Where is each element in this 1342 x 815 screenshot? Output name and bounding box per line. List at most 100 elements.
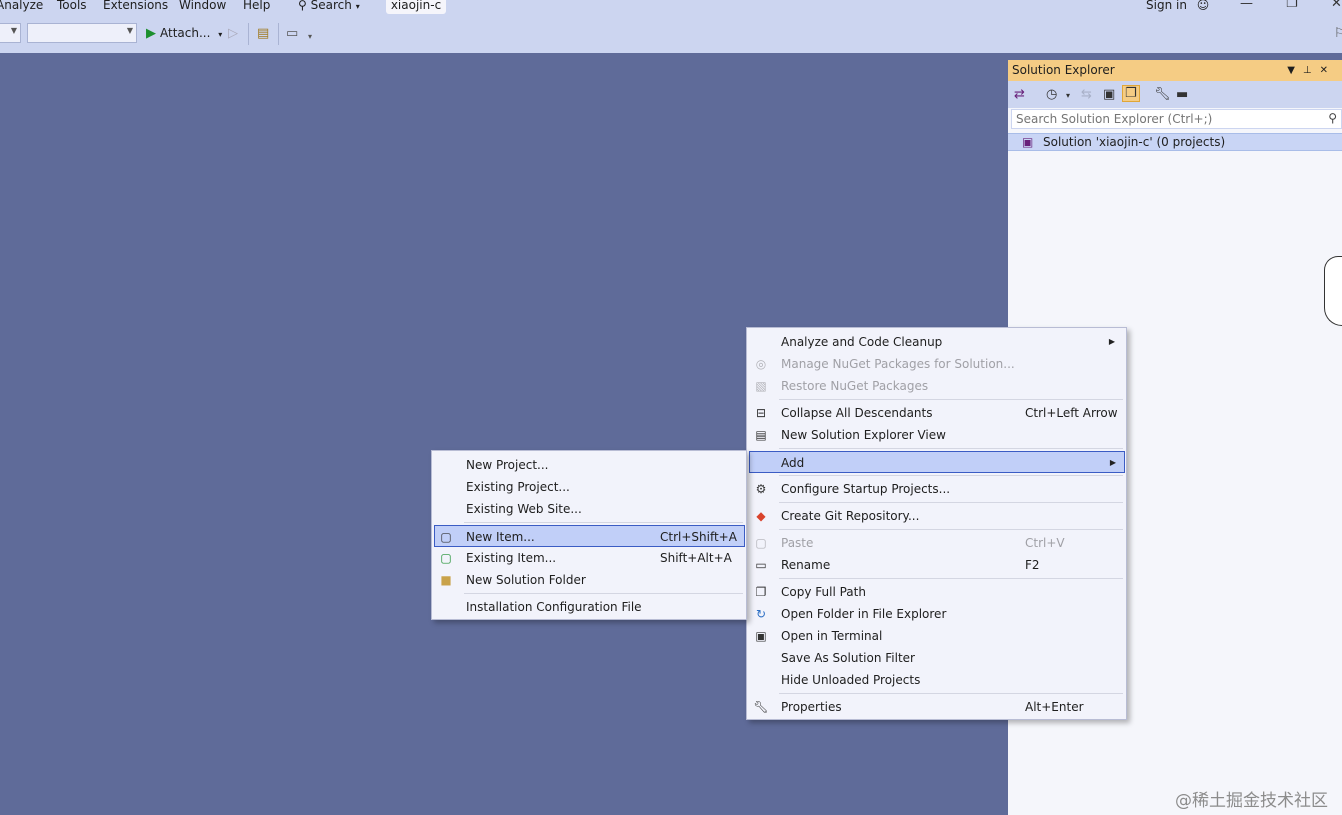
show-all-files-icon[interactable]: ❐ <box>1122 85 1140 102</box>
menu-item-hide-unloaded[interactable]: Hide Unloaded Projects <box>749 669 1124 691</box>
solution-explorer-title-bar: Solution Explorer ▼⊥✕ <box>1008 60 1342 81</box>
menu-separator <box>779 529 1123 530</box>
chevron-down-icon: ▾ <box>355 2 360 11</box>
play-icon: ▶ <box>146 26 156 41</box>
history-icon[interactable]: ◷ <box>1046 87 1057 102</box>
folder-icon[interactable]: ▤ <box>257 26 269 41</box>
pin-icon[interactable]: ⊥ <box>1303 65 1320 76</box>
menu-item-collapse-all[interactable]: ⊟ Collapse All Descendants Ctrl+Left Arr… <box>749 402 1124 424</box>
menu-separator <box>464 522 743 523</box>
submenu-item-new-project[interactable]: New Project... <box>434 454 744 476</box>
menu-separator <box>779 693 1123 694</box>
search-icon: ⚲ <box>298 0 307 12</box>
open-folder-icon: ↻ <box>755 607 767 621</box>
close-icon[interactable]: ✕ <box>1331 0 1342 11</box>
menu-item-add[interactable]: Add ▶ <box>749 451 1125 473</box>
menu-window[interactable]: Window <box>179 0 226 12</box>
menu-item-save-filter[interactable]: Save As Solution Filter <box>749 647 1124 669</box>
gear-icon: ⚙ <box>755 482 767 496</box>
submenu-item-existing-project[interactable]: Existing Project... <box>434 476 744 498</box>
menu-separator <box>779 502 1123 503</box>
chevron-right-icon: ▶ <box>1108 337 1115 346</box>
mascot-illustration <box>1324 256 1342 326</box>
menu-item-create-git-repo[interactable]: ◆ Create Git Repository... <box>749 505 1124 527</box>
solution-explorer-search[interactable]: ⚲ <box>1011 109 1342 129</box>
main-toolbar: ▼ ▼ ▶ Attach... ▾ ▷ ▤ ▭ ▾ ⚐ <box>0 14 1342 53</box>
project-name-tab[interactable]: xiaojin-c <box>386 0 446 14</box>
solution-explorer-toolbar: ⇄ ◷ ▾ ⇆ ▣ ❐ 🔧︎ ▬ <box>1008 81 1342 108</box>
chevron-down-icon: ▼ <box>126 26 133 35</box>
wrench-icon[interactable]: 🔧︎ <box>1154 87 1171 102</box>
user-icon: ☺ <box>1196 0 1210 12</box>
chevron-down-icon: ▾ <box>218 30 223 39</box>
menu-item-configure-startup[interactable]: ⚙ Configure Startup Projects... <box>749 478 1124 500</box>
solution-name: Solution 'xiaojin-c' (0 projects) <box>1043 135 1226 149</box>
menu-analyze[interactable]: Analyze <box>0 0 43 12</box>
solution-icon: ▣ <box>1022 135 1034 149</box>
search-input[interactable] <box>1012 110 1312 128</box>
restore-icon: ▧ <box>755 379 767 393</box>
toolbar-separator <box>278 23 279 45</box>
menu-separator <box>464 593 743 594</box>
paste-icon: ▢ <box>755 536 767 550</box>
switch-views-icon[interactable]: ⇄ <box>1014 87 1025 102</box>
submenu-item-existing-web-site[interactable]: Existing Web Site... <box>434 498 744 520</box>
menu-tools[interactable]: Tools <box>57 0 87 12</box>
folder-icon: ■ <box>440 573 452 587</box>
menu-item-rename[interactable]: ▭ Rename F2 <box>749 554 1124 576</box>
close-icon[interactable]: ✕ <box>1320 65 1336 76</box>
menu-help[interactable]: Help <box>243 0 270 12</box>
submenu-item-existing-item[interactable]: ▢ Existing Item... Shift+Alt+A <box>434 547 744 569</box>
chevron-down-icon: ▼ <box>10 26 17 35</box>
nuget-icon: ◎ <box>755 357 767 371</box>
wrench-icon: 🔧︎ <box>753 700 769 714</box>
collapse-icon: ⊟ <box>755 406 767 420</box>
copy-icon: ❐ <box>755 585 767 599</box>
menu-item-copy-full-path[interactable]: ❐ Copy Full Path <box>749 581 1124 603</box>
minimize-icon[interactable]: — <box>1240 0 1253 11</box>
menu-item-open-folder[interactable]: ↻ Open Folder in File Explorer <box>749 603 1124 625</box>
attach-label: Attach... <box>160 26 211 40</box>
solution-context-menu: Analyze and Code Cleanup ▶ ◎ Manage NuGe… <box>746 327 1127 720</box>
new-view-icon: ▤ <box>755 428 767 442</box>
submenu-item-installation-config[interactable]: Installation Configuration File <box>434 596 744 618</box>
panel-title: Solution Explorer <box>1012 63 1115 77</box>
menu-item-new-se-view[interactable]: ▤ New Solution Explorer View <box>749 424 1124 446</box>
menu-separator <box>779 475 1123 476</box>
window-layout-icon[interactable]: ▭ <box>286 26 298 41</box>
panel-dropdown-icon[interactable]: ▼ <box>1287 65 1303 76</box>
sign-in-link[interactable]: Sign in ☺ <box>1146 0 1209 12</box>
menu-separator <box>779 448 1123 449</box>
menu-item-manage-nuget: ◎ Manage NuGet Packages for Solution... <box>749 353 1124 375</box>
feedback-icon[interactable]: ⚐ <box>1334 26 1342 41</box>
search-menu[interactable]: ⚲ Search ▾ <box>298 0 360 12</box>
search-menu-label: Search <box>310 0 352 12</box>
menu-item-properties[interactable]: 🔧︎ Properties Alt+Enter <box>749 696 1124 718</box>
menu-item-paste: ▢ Paste Ctrl+V <box>749 532 1124 554</box>
menu-item-open-terminal[interactable]: ▣ Open in Terminal <box>749 625 1124 647</box>
terminal-icon: ▣ <box>755 629 767 643</box>
add-submenu: New Project... Existing Project... Exist… <box>431 450 747 620</box>
toolbar-overflow-icon[interactable]: ▾ <box>308 32 312 41</box>
existing-item-icon: ▢ <box>440 551 452 565</box>
menu-bar: Analyze Tools Extensions Window Help ⚲ S… <box>0 0 1342 14</box>
preview-icon[interactable]: ▬ <box>1176 87 1188 102</box>
restore-icon[interactable]: ❐ <box>1286 0 1298 11</box>
menu-separator <box>779 399 1123 400</box>
sync-icon[interactable]: ⇆ <box>1081 87 1092 102</box>
configuration-dropdown[interactable]: ▼ <box>0 23 21 43</box>
submenu-item-new-item[interactable]: ▢ New Item... Ctrl+Shift+A <box>434 525 745 547</box>
menu-item-analyze-cleanup[interactable]: Analyze and Code Cleanup ▶ <box>749 331 1124 353</box>
start-without-debug-icon[interactable]: ▷ <box>228 26 238 41</box>
chevron-down-icon[interactable]: ▾ <box>1066 91 1070 100</box>
collapse-all-icon[interactable]: ▣ <box>1103 87 1115 102</box>
menu-item-restore-nuget: ▧ Restore NuGet Packages <box>749 375 1124 397</box>
chevron-right-icon: ▶ <box>1109 458 1116 467</box>
solution-tree-root[interactable]: ▣ Solution 'xiaojin-c' (0 projects) <box>1008 133 1342 151</box>
menu-separator <box>779 578 1123 579</box>
menu-extensions[interactable]: Extensions <box>103 0 168 12</box>
platform-dropdown[interactable]: ▼ <box>27 23 137 43</box>
search-icon: ⚲ <box>1328 111 1337 125</box>
attach-button[interactable]: ▶ Attach... ▾ <box>146 26 222 41</box>
submenu-item-new-solution-folder[interactable]: ■ New Solution Folder <box>434 569 744 591</box>
